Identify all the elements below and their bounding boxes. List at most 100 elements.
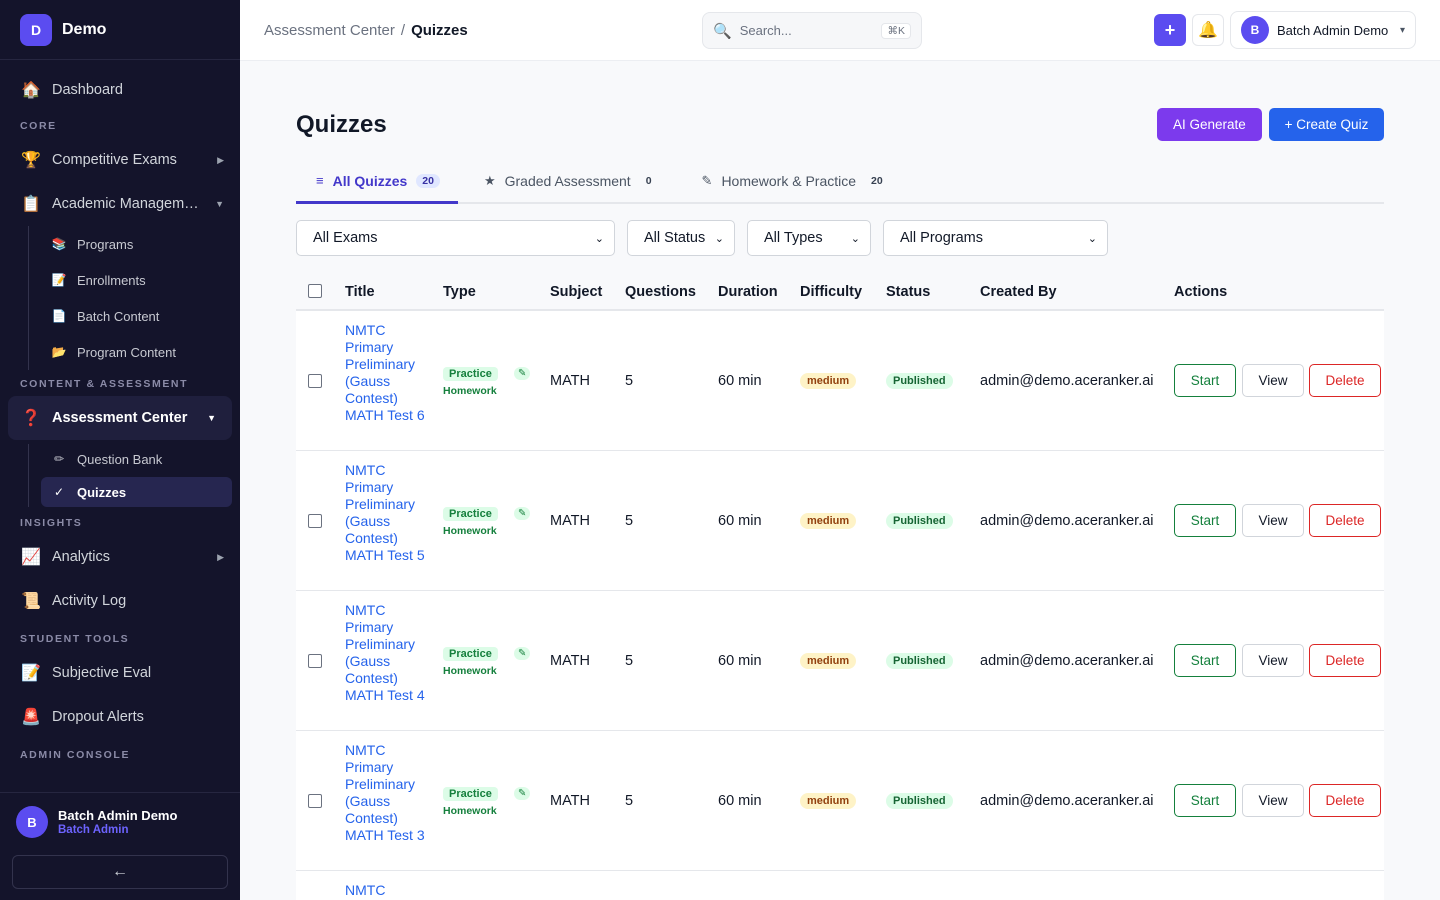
row-checkbox[interactable]	[308, 374, 322, 388]
start-button[interactable]: Start	[1174, 784, 1236, 817]
sidebar: D Demo 🏠 Dashboard CORE 🏆 Competitive Ex…	[0, 0, 240, 900]
quiz-title-link[interactable]: NMTC	[345, 882, 435, 899]
sidebar-item-label: Analytics	[52, 549, 111, 565]
tab-count: 20	[871, 174, 883, 187]
chevron-down-icon: ⌄	[1087, 232, 1097, 245]
delete-button[interactable]: Delete	[1309, 504, 1381, 537]
collapse-sidebar-button[interactable]: ←	[12, 855, 228, 889]
delete-button[interactable]: Delete	[1309, 364, 1381, 397]
user-menu-button[interactable]: B Batch Admin Demo ▾	[1230, 11, 1416, 49]
subtype-badge: Homework	[443, 665, 497, 677]
sidebar-item-label: Activity Log	[52, 593, 127, 609]
column-header-created-by[interactable]: Created By	[980, 284, 1057, 300]
start-button[interactable]: Start	[1174, 364, 1236, 397]
brand-name: Demo	[62, 20, 107, 38]
status-badge: Published	[886, 513, 953, 529]
sidebar-item-assessment-center[interactable]: ❓ Assessment Center ▼	[8, 396, 232, 440]
search-input[interactable]: Search...	[740, 23, 882, 38]
created-by-cell: admin@demo.aceranker.ai	[980, 373, 1154, 389]
memo-icon: 📝	[51, 273, 67, 287]
sidebar-item-dropout-alerts[interactable]: 🚨 Dropout Alerts	[0, 695, 240, 739]
subtype-badge: Homework	[443, 385, 497, 397]
table-row: NMTC Primary Preliminary (Gauss Contest)…	[296, 451, 1384, 591]
sidebar-item-competitive-exams[interactable]: 🏆 Competitive Exams ▶	[0, 138, 240, 182]
breadcrumb-current: Quizzes	[411, 21, 468, 39]
view-button[interactable]: View	[1242, 644, 1304, 677]
search-box[interactable]: 🔍 Search... ⌘K	[702, 12, 922, 49]
sidebar-item-label: Batch Content	[77, 308, 160, 324]
column-header-status[interactable]: Status	[886, 284, 930, 300]
notifications-button[interactable]: 🔔	[1192, 14, 1224, 46]
bell-icon: 🔔	[1198, 22, 1218, 39]
star-icon: ★	[483, 172, 496, 188]
start-button[interactable]: Start	[1174, 504, 1236, 537]
column-header-duration[interactable]: Duration	[718, 284, 778, 300]
duration-cell: 60 min	[718, 653, 762, 669]
sidebar-item-program-content[interactable]: 📂 Program Content	[41, 334, 240, 370]
start-button[interactable]: Start	[1174, 644, 1236, 677]
chevron-down-icon: ⌄	[714, 232, 724, 245]
column-header-questions[interactable]: Questions	[625, 284, 696, 300]
tab-graded-assessment[interactable]: ★ Graded Assessment 0	[464, 159, 676, 202]
column-header-subject[interactable]: Subject	[550, 284, 602, 300]
sidebar-item-label: Competitive Exams	[52, 152, 177, 168]
sidebar-item-dashboard[interactable]: 🏠 Dashboard	[0, 68, 240, 112]
quiz-title-link[interactable]: NMTC Primary Preliminary (Gauss Contest)…	[345, 742, 435, 844]
row-checkbox[interactable]	[308, 654, 322, 668]
type-badge: Practice	[443, 787, 498, 801]
create-quiz-button[interactable]: + Create Quiz	[1269, 108, 1384, 141]
sidebar-item-label: Subjective Eval	[52, 665, 152, 681]
questions-cell: 5	[625, 513, 634, 529]
sidebar-footer: B Batch Admin Demo Batch Admin ←	[0, 792, 240, 900]
view-button[interactable]: View	[1242, 784, 1304, 817]
pencil-icon: ✎	[514, 367, 531, 380]
check-icon: ✓	[53, 485, 65, 499]
chevron-down-icon: ▼	[215, 199, 224, 209]
tab-homework-practice[interactable]: ✎ Homework & Practice 20	[682, 159, 907, 202]
section-title-admin: ADMIN CONSOLE	[20, 749, 131, 761]
type-filter-select[interactable]: All Types ⌄	[747, 220, 871, 256]
column-header-type[interactable]: Type	[443, 284, 476, 300]
quick-add-button[interactable]: +	[1154, 14, 1186, 46]
sidebar-item-programs[interactable]: 📚 Programs	[41, 226, 240, 262]
quiz-title-link[interactable]: NMTC Primary Preliminary (Gauss Contest)…	[345, 322, 435, 424]
exam-filter-select[interactable]: All Exams ⌄	[296, 220, 615, 256]
sidebar-item-academic-management[interactable]: 📋 Academic Managem… ▼	[0, 182, 240, 226]
pencil-icon: ✎	[514, 787, 531, 800]
brand[interactable]: D Demo	[0, 0, 240, 60]
sidebar-item-activity-log[interactable]: 📜 Activity Log	[0, 579, 240, 623]
duration-cell: 60 min	[718, 373, 762, 389]
page-icon: 📄	[51, 309, 67, 323]
sidebar-nav: 🏠 Dashboard CORE 🏆 Competitive Exams ▶ 📋…	[0, 60, 240, 767]
delete-button[interactable]: Delete	[1309, 784, 1381, 817]
sidebar-item-enrollments[interactable]: 📝 Enrollments	[41, 262, 240, 298]
sidebar-item-question-bank[interactable]: ✏ Question Bank	[41, 444, 240, 474]
tab-count: 0	[645, 174, 652, 187]
sidebar-item-batch-content[interactable]: 📄 Batch Content	[41, 298, 240, 334]
quiz-title-link[interactable]: NMTC Primary Preliminary (Gauss Contest)…	[345, 602, 435, 704]
view-button[interactable]: View	[1242, 364, 1304, 397]
chevron-right-icon: ▶	[217, 551, 224, 562]
view-button[interactable]: View	[1242, 504, 1304, 537]
delete-button[interactable]: Delete	[1309, 644, 1381, 677]
program-filter-select[interactable]: All Programs ⌄	[883, 220, 1108, 256]
row-checkbox[interactable]	[308, 794, 322, 808]
select-all-checkbox[interactable]	[308, 284, 322, 298]
column-header-difficulty[interactable]: Difficulty	[800, 284, 862, 300]
tab-all-quizzes[interactable]: ≡ All Quizzes 20	[296, 159, 458, 204]
sidebar-item-subjective-eval[interactable]: 📝 Subjective Eval	[0, 651, 240, 695]
created-by-cell: admin@demo.aceranker.ai	[980, 793, 1154, 809]
sidebar-user[interactable]: B Batch Admin Demo Batch Admin	[0, 793, 240, 851]
sidebar-item-quizzes[interactable]: ✓ Quizzes	[41, 477, 232, 507]
page-title: Quizzes	[296, 111, 387, 138]
quiz-title-link[interactable]: NMTC Primary Preliminary (Gauss Contest)…	[345, 462, 435, 564]
sidebar-item-analytics[interactable]: 📈 Analytics ▶	[0, 535, 240, 579]
status-filter-select[interactable]: All Status ⌄	[627, 220, 735, 256]
column-header-title[interactable]: Title	[345, 284, 375, 300]
breadcrumb-parent[interactable]: Assessment Center	[264, 22, 395, 39]
ai-generate-button[interactable]: AI Generate	[1157, 108, 1262, 141]
user-text: Batch Admin Demo Batch Admin	[58, 808, 177, 836]
avatar: B	[16, 806, 48, 838]
section-title-student-tools: STUDENT TOOLS	[20, 633, 130, 645]
row-checkbox[interactable]	[308, 514, 322, 528]
